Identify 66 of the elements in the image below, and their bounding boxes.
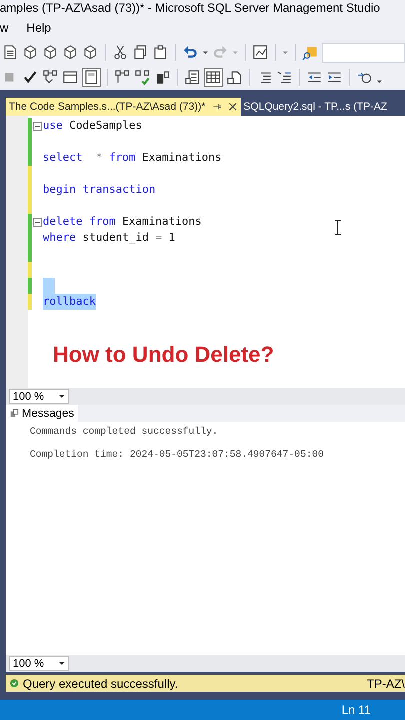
text-cursor-icon (334, 220, 342, 236)
cube-icon[interactable] (82, 44, 99, 61)
calculator-icon[interactable] (82, 68, 101, 87)
cube-icon[interactable] (22, 44, 39, 61)
text-results-icon[interactable] (184, 69, 201, 86)
success-icon (10, 679, 19, 688)
code-token: = (156, 230, 162, 246)
code-token: Examinations (122, 214, 202, 230)
messages-icon (10, 409, 19, 418)
check-icon[interactable] (22, 69, 39, 86)
message-line: Commands completed successfully. (30, 426, 220, 437)
undo-icon[interactable] (182, 44, 199, 61)
document-tab[interactable]: The Code Samples.s...(TP-AZ\Asad (73))* (6, 98, 241, 116)
zoom-dropdown[interactable]: 100 % (9, 389, 69, 404)
collapse-icon[interactable] (33, 122, 42, 130)
code-token: from (89, 214, 116, 230)
caret-icon[interactable] (376, 80, 383, 84)
document-tab[interactable]: SQLQuery2.sql - TP...s (TP-AZ (240, 98, 390, 116)
code-token: CodeSamples (69, 118, 142, 134)
file-results-icon[interactable] (226, 69, 243, 86)
paste-icon[interactable] (152, 44, 169, 61)
code-token: * (94, 150, 103, 166)
code-token: 1 (168, 230, 176, 246)
code-token: student_id (82, 230, 149, 246)
video-caption: How to Undo Delete? (53, 342, 274, 368)
zoom-dropdown[interactable]: 100 % (9, 656, 69, 671)
redo-icon (212, 44, 229, 61)
caret-icon (232, 50, 239, 54)
diagram-check-icon[interactable] (134, 69, 151, 86)
folder-search-icon[interactable] (302, 44, 319, 61)
code-token: from (109, 150, 136, 166)
status-message: Query executed successfully. (23, 676, 180, 690)
code-token: Examinations (142, 150, 222, 166)
grid-icon[interactable] (204, 68, 223, 87)
server-icon[interactable] (154, 69, 171, 86)
pin-icon[interactable] (212, 102, 222, 112)
copy-icon[interactable] (132, 44, 149, 61)
caret-icon[interactable] (202, 50, 209, 54)
code-token: select (43, 150, 83, 166)
caret-icon (59, 662, 65, 665)
message-line: Completion time: 2024-05-05T23:07:58.4907647-05:00 (30, 449, 325, 460)
window-title: amples (TP-AZ\Asad (73))* - Microsoft SQL Server Management Studio (0, 1, 380, 15)
code-token: delete (43, 214, 83, 230)
server-name: TP-AZ\ (367, 676, 405, 690)
messages-tab[interactable]: Messages (6, 405, 78, 422)
menu-item[interactable]: w (0, 21, 9, 35)
line-number: Ln 11 (342, 703, 371, 717)
diagram-icon[interactable] (42, 69, 59, 86)
code-token: begin (43, 182, 76, 198)
close-icon[interactable] (228, 102, 238, 112)
document-icon[interactable] (2, 44, 19, 61)
menu-item[interactable]: Help (26, 21, 52, 35)
search-field[interactable] (322, 42, 405, 62)
code-token: transaction (82, 182, 156, 198)
code-token: rollback (43, 294, 96, 310)
cube-icon[interactable] (42, 44, 59, 61)
cube-icon[interactable] (62, 44, 79, 61)
uncomment-icon[interactable] (276, 69, 293, 86)
window-icon[interactable] (62, 69, 79, 86)
code-token: where (43, 230, 76, 246)
diagram-icon[interactable] (114, 69, 131, 86)
code-token: use (43, 118, 63, 134)
caret-icon (59, 395, 65, 398)
collapse-icon[interactable] (33, 218, 42, 226)
scissors-icon[interactable] (112, 44, 129, 61)
chart-icon[interactable] (252, 44, 269, 61)
